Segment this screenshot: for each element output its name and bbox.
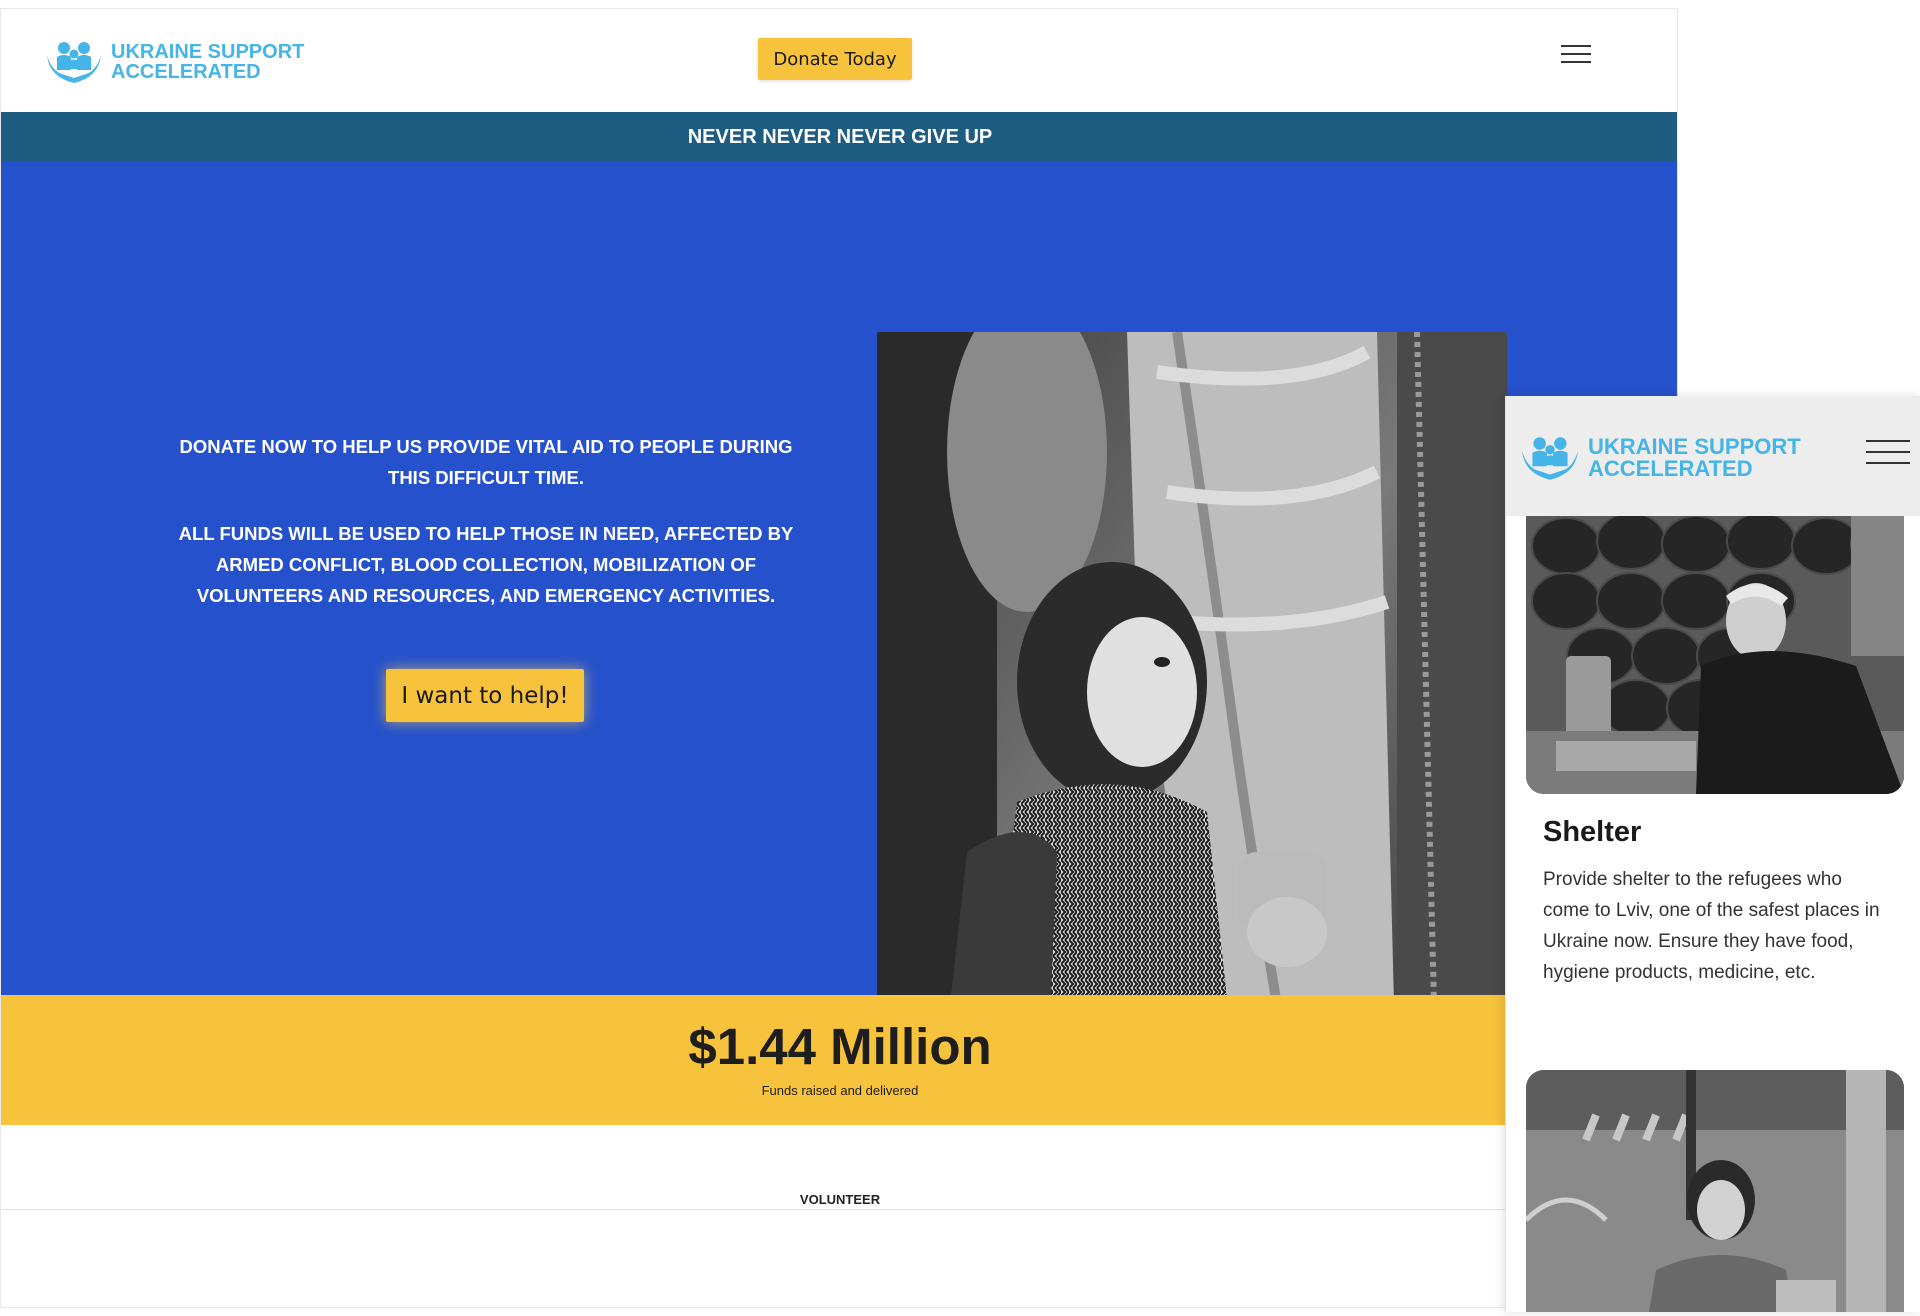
i-want-to-help-button[interactable]: I want to help!: [386, 669, 584, 722]
hero-text: DONATE NOW TO HELP US PROVIDE VITAL AID …: [161, 431, 811, 636]
shelter-card-description: Provide shelter to the refugees who come…: [1543, 869, 1880, 983]
mobile-logo-wordmark: UKRAINE SUPPORT ACCELERATED: [1588, 436, 1801, 480]
hands-family-logo-icon: [1522, 437, 1578, 480]
logo-line2: ACCELERATED: [111, 61, 261, 83]
section-divider: [1, 1209, 1677, 1210]
mobile-page: UKRAINE SUPPORT ACCELERATED Shelter Prov…: [1505, 396, 1920, 1312]
hero-section: DONATE NOW TO HELP US PROVIDE VITAL AID …: [1, 162, 1677, 1122]
site-header: UKRAINE SUPPORT ACCELERATED Donate Today: [1, 9, 1677, 112]
hero-paragraph-1: DONATE NOW TO HELP US PROVIDE VITAL AID …: [179, 436, 793, 488]
funds-stats-section: $1.44 Million Funds raised and delivered: [1, 995, 1677, 1125]
desktop-page: UKRAINE SUPPORT ACCELERATED Donate Today…: [0, 8, 1678, 1308]
funds-caption: Funds raised and delivered: [761, 1083, 919, 1098]
shelter-card-title: Shelter: [1543, 816, 1642, 848]
mobile-header: UKRAINE SUPPORT ACCELERATED: [1506, 396, 1920, 516]
logo-wordmark: UKRAINE SUPPORT ACCELERATED: [111, 42, 304, 82]
donate-today-button[interactable]: Donate Today: [758, 38, 912, 80]
volunteer-with-sleeping-bags-photo-icon: [1526, 516, 1904, 794]
volunteer-heading: VOLUNTEER: [799, 1192, 881, 1207]
mobile-menu-hamburger-icon[interactable]: [1866, 440, 1910, 473]
mobile-logo-line1: UKRAINE SUPPORT: [1588, 434, 1801, 459]
hero-paragraph-2: ALL FUNDS WILL BE USED TO HELP THOSE IN …: [178, 523, 794, 606]
mobile-site-logo[interactable]: UKRAINE SUPPORT ACCELERATED: [1520, 432, 1801, 484]
mobile-logo-line2: ACCELERATED: [1588, 456, 1753, 481]
woman-on-street-photo-icon: [1526, 1070, 1904, 1312]
shelter-card-photo: [1526, 516, 1904, 794]
logo-line1: UKRAINE SUPPORT: [111, 41, 305, 63]
funds-amount: $1.44 Million: [688, 1018, 992, 1075]
slogan-banner: NEVER NEVER NEVER GIVE UP: [1, 112, 1677, 162]
menu-hamburger-icon[interactable]: [1561, 45, 1591, 69]
next-card-photo: [1526, 1070, 1904, 1312]
site-logo[interactable]: UKRAINE SUPPORT ACCELERATED: [45, 37, 304, 87]
hands-family-logo-icon: [47, 42, 101, 83]
